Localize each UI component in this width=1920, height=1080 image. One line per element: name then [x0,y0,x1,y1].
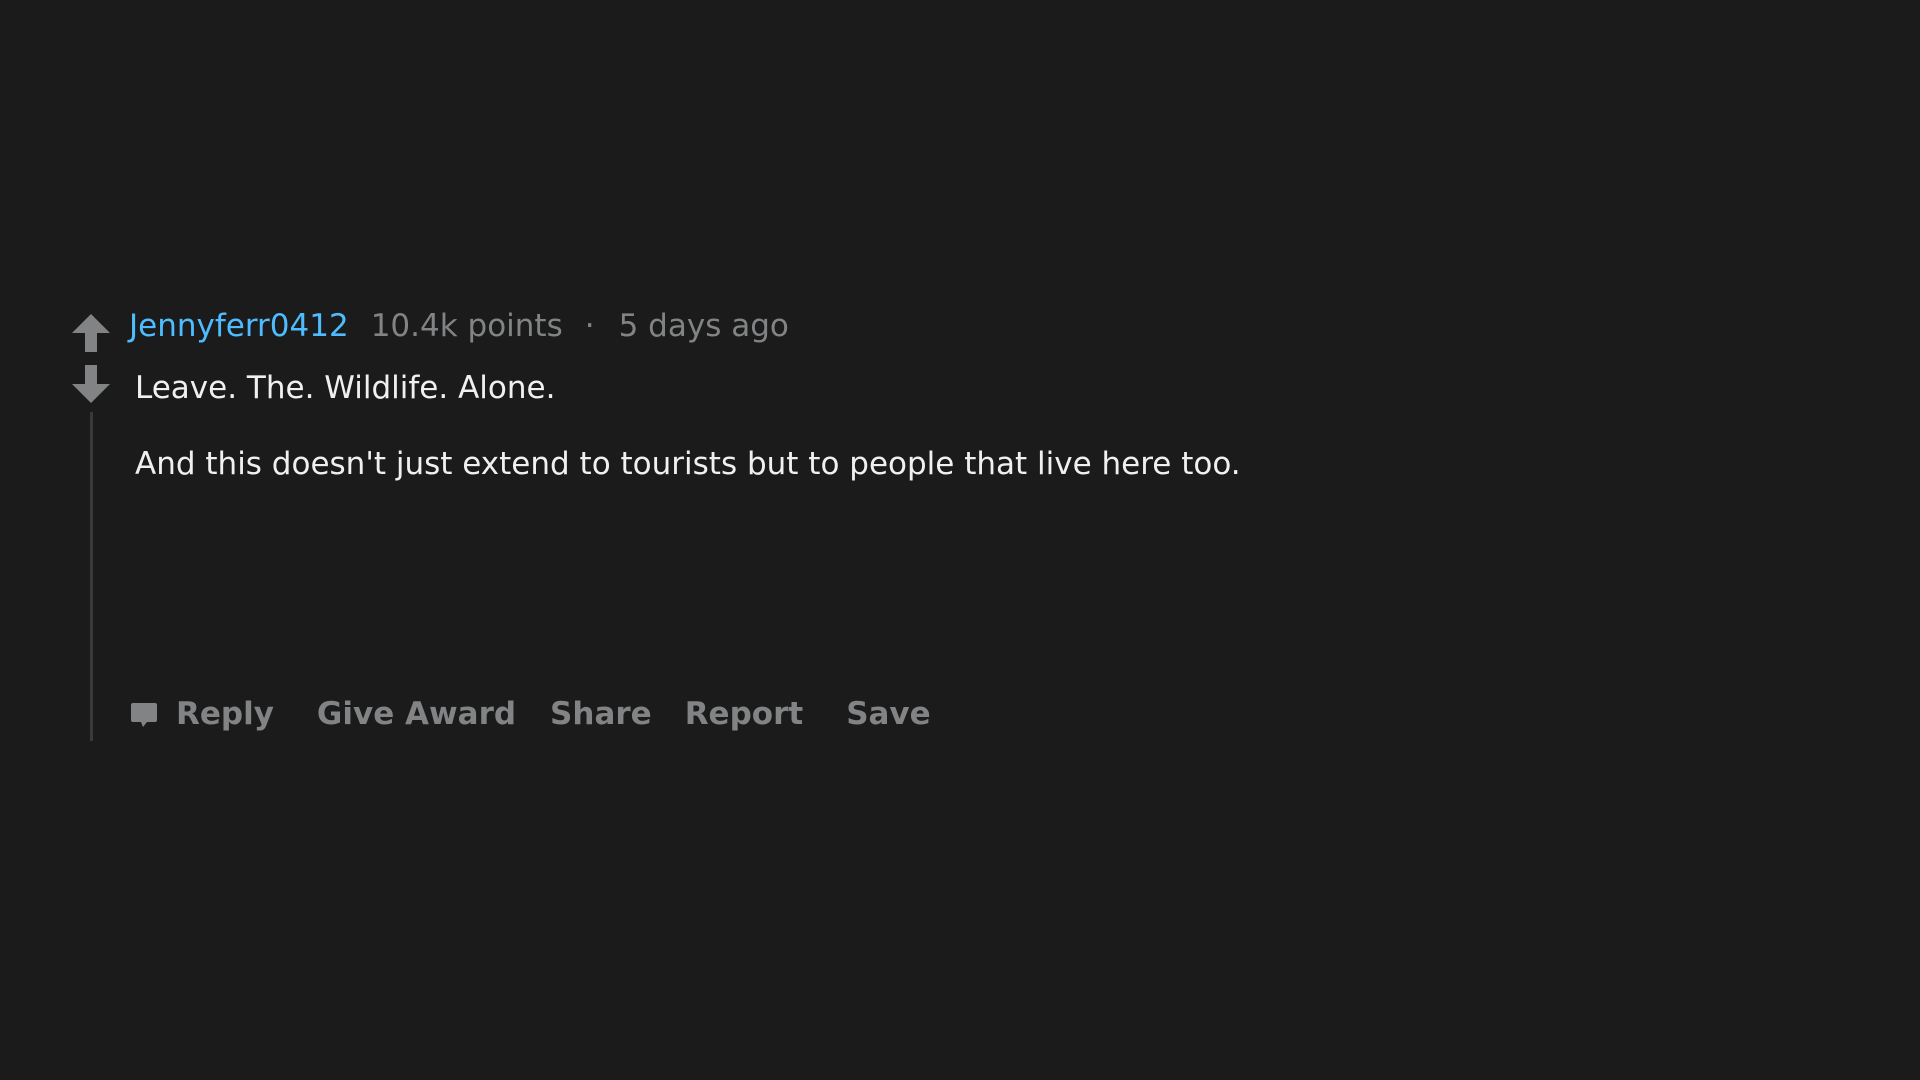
comment: Jennyferr0412 10.4k points · 5 days ago … [0,0,1920,1080]
upvote-arrow-icon[interactable] [70,312,112,354]
comment-paragraph: And this doesn't just extend to tourists… [135,446,1241,482]
comment-actions: Reply Give Award Share Report Save [130,692,931,736]
timestamp[interactable]: 5 days ago [619,308,789,344]
author-username[interactable]: Jennyferr0412 [129,308,349,344]
meta-separator: · [584,308,595,344]
comment-bubble-icon [130,699,158,729]
reply-label: Reply [176,696,274,732]
reply-button[interactable]: Reply [130,696,274,732]
downvote-arrow-icon[interactable] [70,363,112,405]
thread-collapse-line[interactable] [90,412,93,741]
comment-header: Jennyferr0412 10.4k points · 5 days ago [129,306,789,346]
save-button[interactable]: Save [846,696,930,732]
share-button[interactable]: Share [550,696,652,732]
give-award-button[interactable]: Give Award [317,696,516,732]
report-button[interactable]: Report [685,696,804,732]
comment-body: Leave. The. Wildlife. Alone. And this do… [135,367,1241,485]
points-count: 10.4k points [370,308,563,344]
comment-paragraph: Leave. The. Wildlife. Alone. [135,370,556,406]
